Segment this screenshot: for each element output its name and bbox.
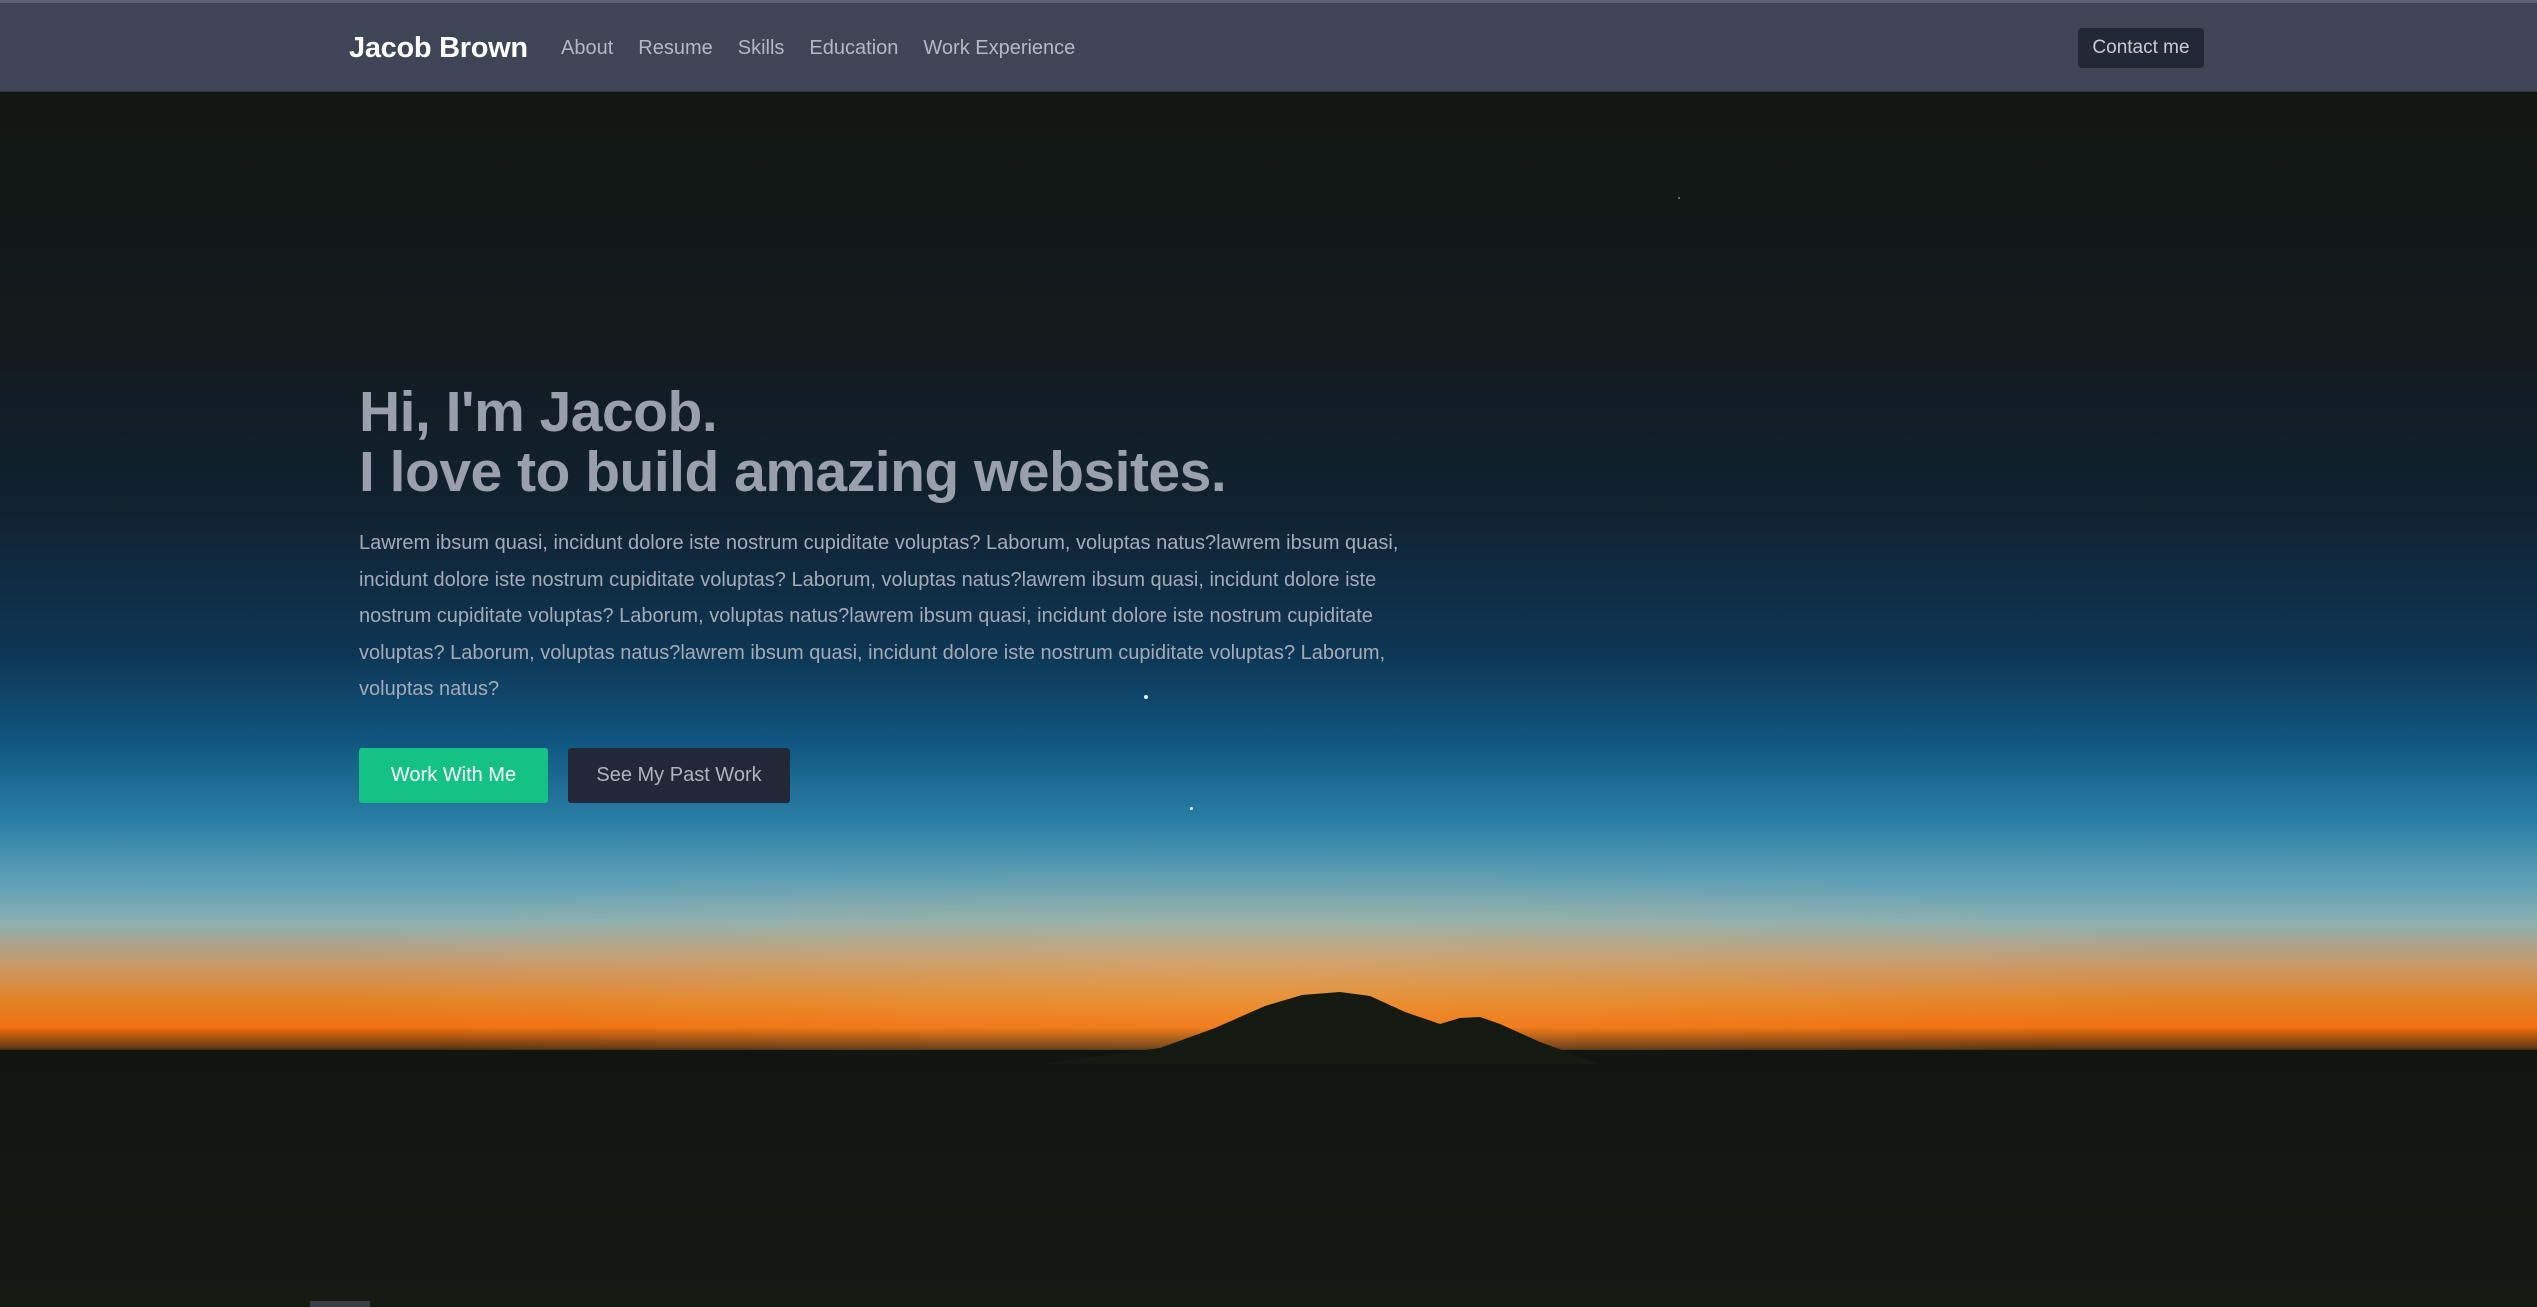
nav-link-skills[interactable]: Skills [738, 37, 785, 60]
hero-heading-line-2: I love to build amazing websites. [359, 440, 1227, 504]
dark-ground [0, 1050, 2537, 1307]
hero-section: Hi, I'm Jacob. I love to build amazing w… [0, 92, 2537, 1307]
nav-links: About Resume Skills Education Work Exper… [561, 37, 1075, 60]
nav-link-about[interactable]: About [561, 37, 613, 60]
bottom-tab-indicator [310, 1301, 370, 1307]
hero-heading: Hi, I'm Jacob. I love to build amazing w… [359, 380, 1227, 504]
work-with-me-button[interactable]: Work With Me [359, 748, 548, 803]
hero-description: Lawrem ibsum quasi, incidunt dolore iste… [359, 532, 1399, 700]
nav-link-education[interactable]: Education [809, 37, 898, 60]
star-3 [1678, 197, 1680, 199]
nav-link-resume[interactable]: Resume [638, 37, 712, 60]
see-past-work-button[interactable]: See My Past Work [568, 748, 790, 803]
mountain-silhouette [1040, 992, 1600, 1064]
nav-link-work-experience[interactable]: Work Experience [923, 37, 1075, 60]
top-navbar: Jacob Brown About Resume Skills Educatio… [0, 0, 2537, 92]
star-2 [1190, 807, 1193, 810]
hero-heading-line-1: Hi, I'm Jacob. [359, 380, 718, 444]
brand-logo[interactable]: Jacob Brown [349, 32, 528, 65]
contact-me-button[interactable]: Contact me [2078, 28, 2204, 68]
